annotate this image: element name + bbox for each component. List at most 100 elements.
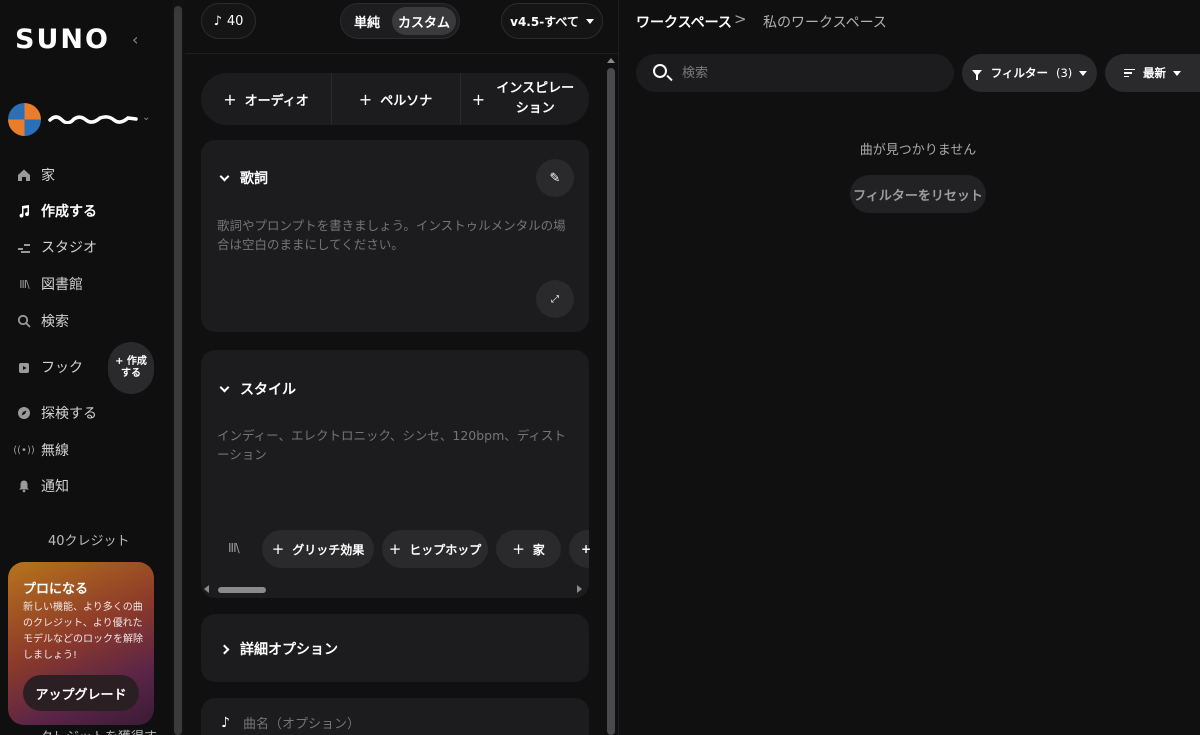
plus-icon: + xyxy=(580,542,592,556)
nav-item-studio[interactable]: スタジオ xyxy=(16,234,97,260)
credit-pill[interactable]: ♪ 40 xyxy=(201,3,256,39)
sidebar: SUNO ‹ ⌄ 家 作成する スタジオ III\ 図書館 検索 フック + 作… xyxy=(0,0,172,735)
credit-count: 40 xyxy=(226,13,244,29)
radio-icon: ((•)) xyxy=(13,444,35,456)
nav-label: 探検する xyxy=(41,406,97,422)
sort-icon xyxy=(1124,68,1135,78)
lyrics-toggle[interactable]: 歌詞 xyxy=(219,168,268,188)
sort-button[interactable]: 最新 xyxy=(1105,54,1200,92)
scrollbar-thumb[interactable] xyxy=(607,68,615,735)
magic-wand-icon: ✎ xyxy=(549,170,561,186)
compass-icon xyxy=(16,405,32,421)
sidebar-scrollbar[interactable] xyxy=(172,0,184,735)
nav-label: 検索 xyxy=(41,314,69,330)
library-icon: III\ xyxy=(19,277,29,291)
nav-label: フック xyxy=(41,360,83,376)
caret-down-icon xyxy=(1079,70,1088,76)
nav-label: 無線 xyxy=(41,443,69,459)
chevron-down-icon[interactable]: ⌄ xyxy=(142,112,150,123)
plus-icon: + xyxy=(223,89,237,109)
credits-count: 40クレジット xyxy=(48,534,130,549)
lyrics-card: 歌詞 ✎ ⤢ xyxy=(201,140,589,332)
lyrics-input[interactable] xyxy=(217,216,577,276)
studio-icon xyxy=(16,239,32,255)
chevron-down-icon xyxy=(219,382,230,392)
scrollbar-thumb[interactable] xyxy=(218,587,266,593)
composer-scrollbar[interactable] xyxy=(605,56,617,735)
style-input[interactable] xyxy=(217,426,577,506)
scroll-right-icon[interactable] xyxy=(577,585,582,593)
expand-button[interactable]: ⤢ xyxy=(536,280,574,318)
add-persona-button[interactable]: + ペルソナ xyxy=(331,73,460,125)
advanced-options-toggle[interactable]: 詳細オプション xyxy=(219,639,338,659)
nav-label: 図書館 xyxy=(41,277,83,293)
add-inspiration-label: インスピレーション xyxy=(496,81,575,116)
plus-icon: + xyxy=(388,540,402,558)
magic-wand-button[interactable]: ✎ xyxy=(536,159,574,197)
style-title: スタイル xyxy=(240,382,296,398)
style-chip[interactable]: + 家 xyxy=(496,530,561,568)
breadcrumb-workspace[interactable]: ワークスペース xyxy=(636,12,732,32)
plus-icon: + xyxy=(512,540,525,558)
suno-logo[interactable]: SUNO xyxy=(15,24,110,55)
filter-count: (3) xyxy=(1055,66,1073,80)
mode-simple-button[interactable]: 単純 xyxy=(345,7,389,35)
advanced-label: 詳細オプション xyxy=(240,642,338,658)
caret-down-icon xyxy=(1173,70,1181,76)
nav-item-home[interactable]: 家 xyxy=(16,162,55,188)
music-note-icon: ♪ xyxy=(221,715,230,731)
library-icon[interactable]: III\ xyxy=(228,541,240,555)
add-audio-button[interactable]: + オーディオ xyxy=(201,73,331,125)
filter-button[interactable]: フィルター (3) xyxy=(962,54,1097,92)
nav-item-radio[interactable]: ((•)) 無線 xyxy=(13,437,69,463)
plus-icon: + xyxy=(471,89,486,109)
promo-title: プロになる xyxy=(23,582,89,597)
version-label: v4.5-すべて xyxy=(510,14,579,29)
caret-down-icon xyxy=(585,18,594,24)
breadcrumb-my-workspace[interactable]: 私のワークスペース xyxy=(763,12,887,32)
nav-item-library[interactable]: III\ 図書館 xyxy=(16,271,83,297)
workspace-search[interactable] xyxy=(636,54,954,92)
song-title-input[interactable] xyxy=(243,714,563,734)
style-chip[interactable]: + グリッチ効果 xyxy=(262,530,374,568)
composer-topbar: ♪ 40 単純 カスタム v4.5-すべて xyxy=(185,0,619,54)
username-redacted[interactable] xyxy=(48,112,138,124)
advanced-options-card[interactable]: 詳細オプション xyxy=(201,614,589,682)
mode-toggle: 単純 カスタム xyxy=(340,3,460,39)
filter-icon xyxy=(971,70,982,80)
style-chip[interactable]: + ヒップホップ xyxy=(382,530,488,568)
search-icon xyxy=(653,64,667,78)
empty-state-message: 曲が見つかりません xyxy=(859,143,977,158)
nav-label: 通知 xyxy=(41,479,69,495)
chip-label: ヒップホップ xyxy=(409,542,482,557)
search-input[interactable] xyxy=(682,62,942,84)
expand-icon: ⤢ xyxy=(551,293,559,305)
create-hook-button[interactable]: + 作成する xyxy=(108,342,154,394)
scrollbar-thumb[interactable] xyxy=(174,6,182,735)
mode-custom-button[interactable]: カスタム xyxy=(392,7,456,35)
nav-item-explore[interactable]: 探検する xyxy=(16,400,97,426)
nav-item-hooks[interactable]: フック xyxy=(16,354,83,380)
scroll-left-icon[interactable] xyxy=(204,585,209,593)
nav-item-notifications[interactable]: 通知 xyxy=(16,473,69,499)
avatar[interactable] xyxy=(8,103,41,136)
home-icon xyxy=(16,167,32,183)
music-note-icon xyxy=(16,203,32,219)
reset-filters-button[interactable]: フィルターをリセット xyxy=(850,175,986,213)
lyrics-title: 歌詞 xyxy=(240,171,268,187)
chevron-right-icon xyxy=(219,644,230,654)
nav-item-create[interactable]: 作成する xyxy=(16,198,97,224)
nav-item-search[interactable]: 検索 xyxy=(16,308,69,334)
scroll-up-icon[interactable] xyxy=(607,58,615,63)
song-title-card: ♪ xyxy=(201,698,589,735)
model-version-dropdown[interactable]: v4.5-すべて xyxy=(501,3,603,39)
bell-icon xyxy=(16,478,32,494)
add-inspiration-button[interactable]: + インスピレーション xyxy=(460,73,589,125)
sort-label: 最新 xyxy=(1143,66,1166,80)
earn-credits-link[interactable]: クレジットを獲得す xyxy=(40,726,157,735)
upgrade-button[interactable]: アップグレード xyxy=(23,675,139,711)
plus-icon: + xyxy=(271,540,285,558)
style-toggle[interactable]: スタイル xyxy=(219,379,296,399)
collapse-sidebar-icon[interactable]: ‹ xyxy=(132,30,138,49)
chips-horizontal-scrollbar[interactable] xyxy=(200,582,588,598)
